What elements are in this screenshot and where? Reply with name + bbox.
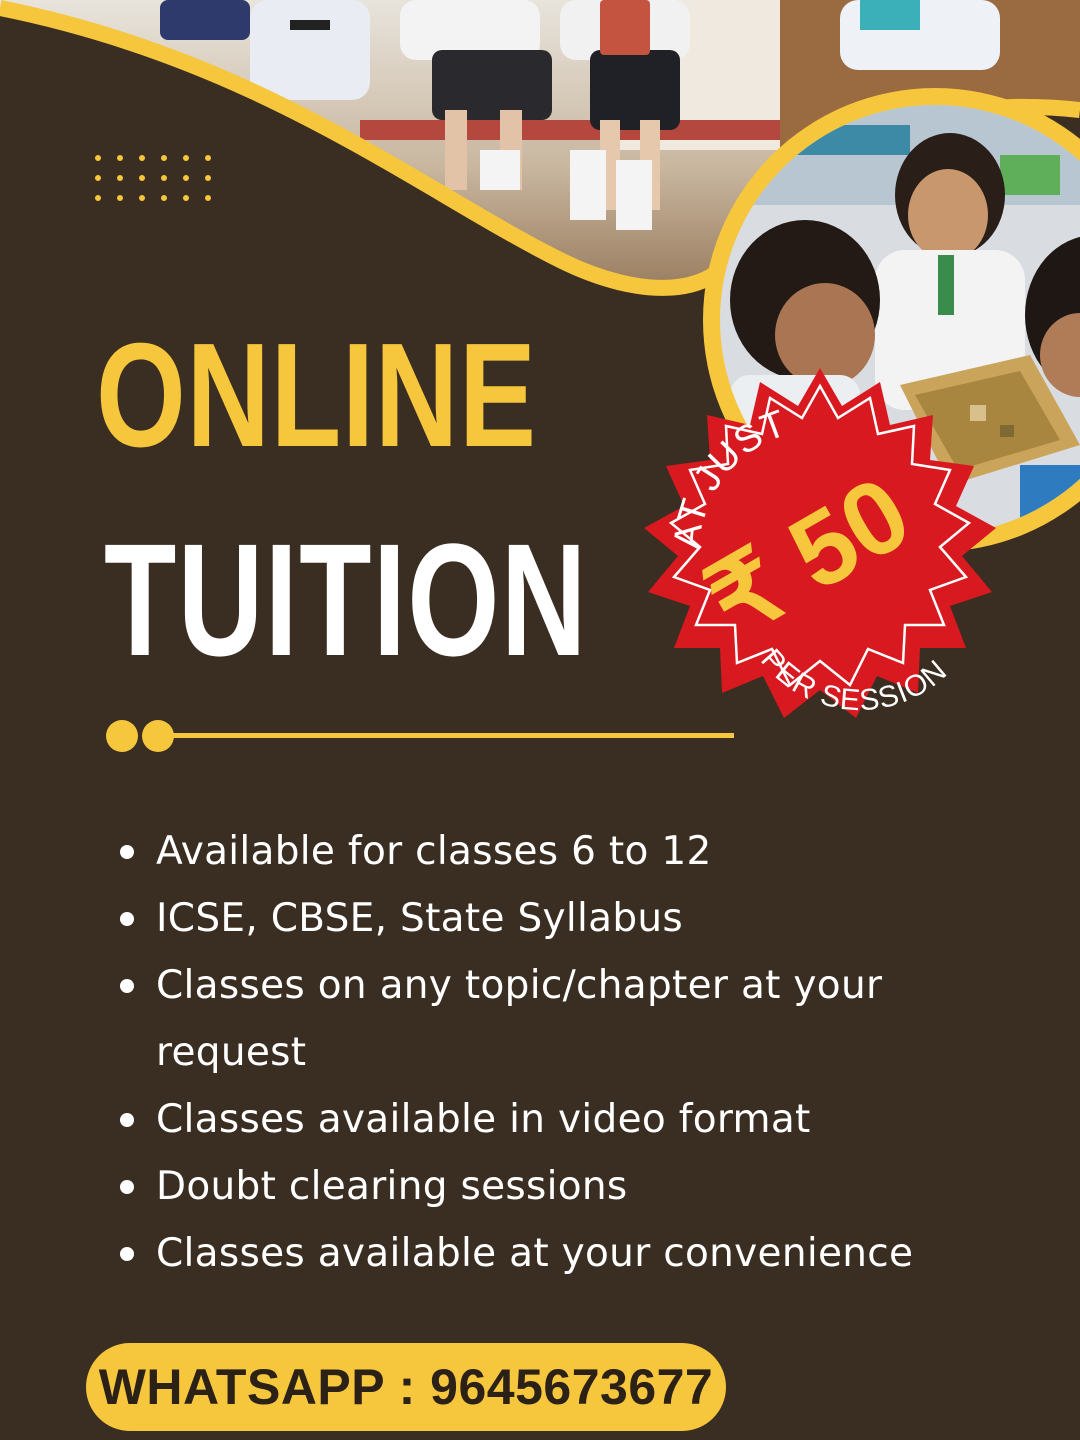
dot-grid-decoration: [95, 155, 211, 201]
feature-item: Available for classes 6 to 12: [118, 818, 1018, 885]
price-badge: AT JUST ₹ 50 PER SESSION: [644, 368, 996, 718]
tuition-poster: ONLINE TUITION AT JUST ₹ 50 PER SESSION …: [0, 0, 1080, 1440]
feature-item: Classes available at your convenience: [118, 1220, 1018, 1287]
feature-item: ICSE, CBSE, State Syllabus: [118, 885, 1018, 952]
feature-item: Doubt clearing sessions: [118, 1153, 1018, 1220]
heading-divider: [106, 720, 734, 752]
heading-tuition: TUITION: [104, 510, 588, 689]
feature-item: Classes available in video format: [118, 1086, 1018, 1153]
feature-item: Classes on any topic/chapter at your req…: [118, 952, 1018, 1086]
whatsapp-contact-button[interactable]: WHATSAPP : 9645673677: [86, 1343, 726, 1431]
heading-online: ONLINE: [96, 313, 537, 478]
feature-list: Available for classes 6 to 12 ICSE, CBSE…: [118, 818, 1018, 1287]
